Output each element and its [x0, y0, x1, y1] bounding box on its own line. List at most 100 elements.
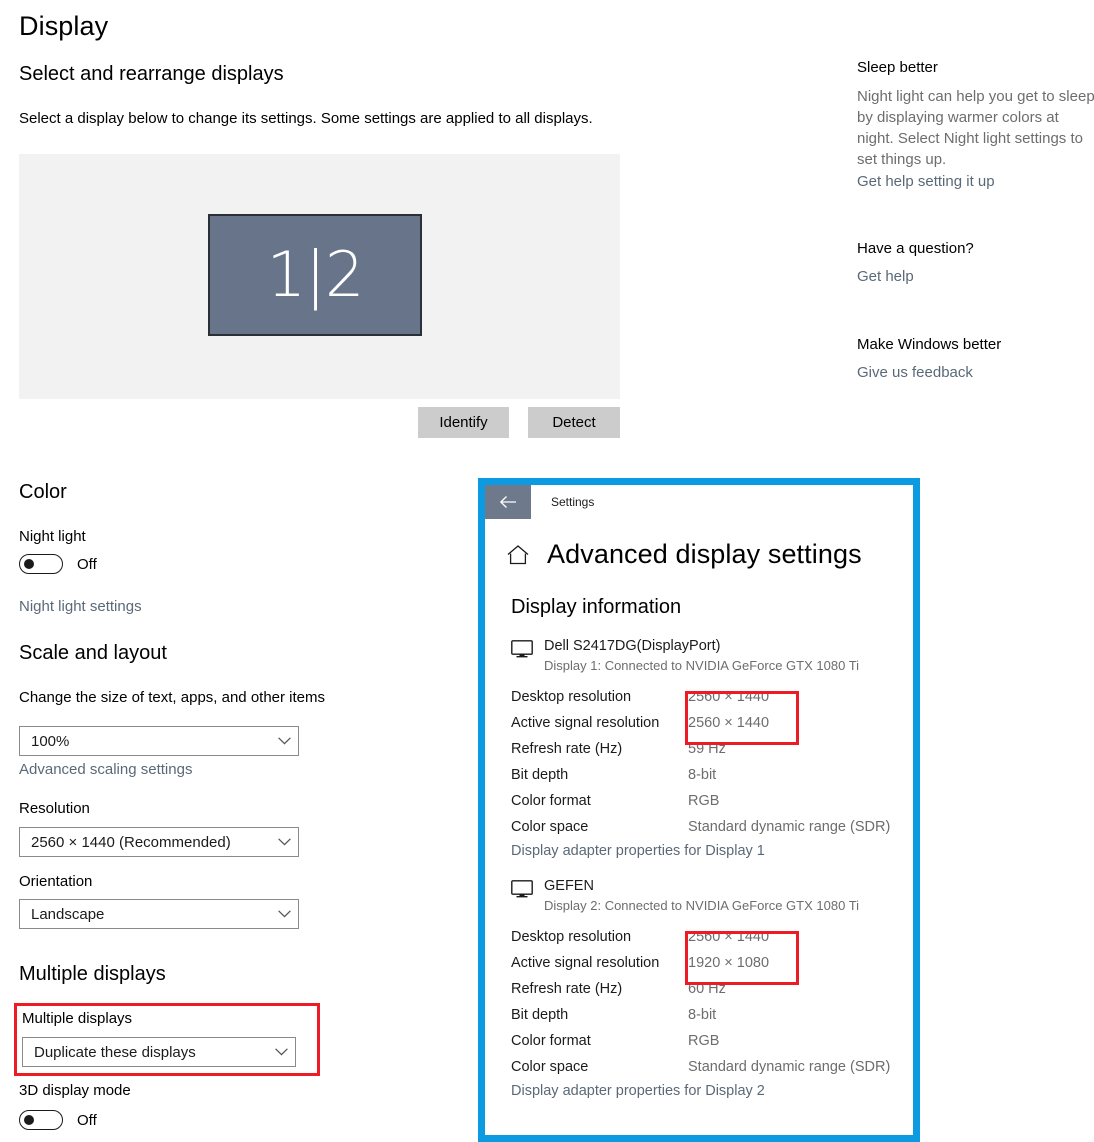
window-body: Advanced display settings Display inform…	[485, 539, 913, 1099]
chevron-down-icon	[267, 1048, 295, 1056]
display-adapter-properties-2-link[interactable]: Display adapter properties for Display 2	[511, 1083, 913, 1099]
spec-label: Desktop resolution	[511, 929, 632, 945]
window-titlebar: Settings	[485, 485, 913, 519]
rail-get-help-setting-it-up-link[interactable]: Get help setting it up	[857, 173, 995, 190]
advanced-display-settings-window: Settings Advanced display settings Displ…	[478, 478, 920, 1142]
spec-value: 8-bit	[688, 1007, 717, 1023]
scale-dropdown[interactable]: 100%	[19, 726, 299, 756]
3d-display-mode-toggle-row: Off	[19, 1110, 97, 1130]
display-1-name: Dell S2417DG(DisplayPort)	[544, 638, 721, 654]
spec-value: 2560 × 1440	[688, 929, 770, 945]
orientation-dropdown-value: Landscape	[31, 905, 105, 923]
advanced-scaling-settings-link[interactable]: Advanced scaling settings	[19, 761, 192, 778]
select-and-rearrange-description: Select a display below to change its set…	[19, 110, 593, 127]
display-information-heading: Display information	[511, 596, 682, 618]
spec-value: 60 Hz	[688, 981, 726, 997]
display-1-header: Dell S2417DG(DisplayPort) Display 1: Con…	[511, 637, 913, 675]
toggle-knob	[24, 1115, 34, 1125]
night-light-settings-link[interactable]: Night light settings	[19, 598, 142, 615]
multiple-displays-heading: Multiple displays	[19, 963, 166, 985]
monitor-icon	[511, 640, 533, 663]
night-light-toggle[interactable]	[19, 554, 63, 574]
spec-value: 59 Hz	[688, 741, 726, 757]
spec-label: Bit depth	[511, 767, 569, 783]
spec-label: Color space	[511, 1059, 589, 1075]
orientation-label: Orientation	[19, 873, 93, 890]
display-1-spec-table: Desktop resolution 2560 × 1440 Active si…	[511, 684, 913, 840]
advanced-display-settings-title: Advanced display settings	[547, 539, 862, 569]
spec-value: RGB	[688, 1033, 720, 1049]
spec-row: Bit depth 8-bit	[511, 762, 913, 788]
display-1-text: Dell S2417DG(DisplayPort) Display 1: Con…	[544, 637, 859, 675]
display-2-text: GEFEN Display 2: Connected to NVIDIA GeF…	[544, 877, 859, 915]
spec-value: 2560 × 1440	[688, 715, 770, 731]
resolution-dropdown-value: 2560 × 1440 (Recommended)	[31, 833, 231, 851]
multiple-displays-dropdown[interactable]: Duplicate these displays	[22, 1037, 296, 1067]
rail-give-us-feedback-link[interactable]: Give us feedback	[857, 364, 973, 381]
window-title-label: Settings	[551, 495, 595, 509]
display-tile-label: 1|2	[266, 238, 365, 311]
rail-get-help-link[interactable]: Get help	[857, 268, 914, 285]
multiple-displays-dropdown-value: Duplicate these displays	[34, 1043, 196, 1061]
window-header-row: Advanced display settings	[505, 539, 913, 570]
scale-description-label: Change the size of text, apps, and other…	[19, 689, 326, 706]
spec-row: Color space Standard dynamic range (SDR)	[511, 1054, 913, 1080]
home-icon[interactable]	[505, 542, 531, 568]
color-section-heading: Color	[19, 481, 67, 503]
display-2-name: GEFEN	[544, 878, 594, 894]
spec-value: RGB	[688, 793, 720, 809]
spec-row: Desktop resolution 2560 × 1440	[511, 684, 913, 710]
spec-value: Standard dynamic range (SDR)	[688, 1059, 891, 1075]
display-arrangement-canvas[interactable]: 1|2	[19, 154, 620, 399]
spec-row: Desktop resolution 2560 × 1440	[511, 924, 913, 950]
spec-label: Color format	[511, 1033, 591, 1049]
back-arrow-glyph	[499, 496, 516, 508]
spec-label: Bit depth	[511, 1007, 569, 1023]
spec-label: Active signal resolution	[511, 715, 660, 731]
spec-row: Refresh rate (Hz) 59 Hz	[511, 736, 913, 762]
orientation-dropdown[interactable]: Landscape	[19, 899, 299, 929]
spec-label: Active signal resolution	[511, 955, 660, 971]
spec-value: 8-bit	[688, 767, 717, 783]
spec-label: Refresh rate (Hz)	[511, 741, 623, 757]
multiple-displays-field-label: Multiple displays	[22, 1010, 133, 1027]
spec-value: Standard dynamic range (SDR)	[688, 819, 891, 835]
select-and-rearrange-heading: Select and rearrange displays	[19, 63, 284, 85]
rail-make-windows-better-heading: Make Windows better	[857, 336, 1002, 353]
display-1-block: Dell S2417DG(DisplayPort) Display 1: Con…	[511, 637, 913, 859]
monitor-icon	[511, 880, 533, 903]
display-2-block: GEFEN Display 2: Connected to NVIDIA GeF…	[511, 877, 913, 1099]
spec-row: Color format RGB	[511, 788, 913, 814]
night-light-state: Off	[77, 555, 97, 573]
detect-button[interactable]: Detect	[528, 407, 620, 438]
3d-display-mode-toggle[interactable]	[19, 1110, 63, 1130]
display-tile-1-2[interactable]: 1|2	[208, 214, 422, 336]
spec-label: Color format	[511, 793, 591, 809]
spec-value: 2560 × 1440	[688, 689, 770, 705]
toggle-knob	[24, 559, 34, 569]
spec-row: Active signal resolution 2560 × 1440	[511, 710, 913, 736]
rail-sleep-better-paragraph: Night light can help you get to sleep by…	[857, 88, 1094, 168]
spec-row: Color format RGB	[511, 1028, 913, 1054]
spec-row: Refresh rate (Hz) 60 Hz	[511, 976, 913, 1002]
display-2-spec-table: Desktop resolution 2560 × 1440 Active si…	[511, 924, 913, 1080]
display-2-connection: Display 2: Connected to NVIDIA GeForce G…	[544, 898, 860, 913]
back-arrow-icon[interactable]	[485, 485, 531, 519]
scale-and-layout-heading: Scale and layout	[19, 642, 167, 664]
chevron-down-icon	[270, 838, 298, 846]
spec-label: Desktop resolution	[511, 689, 632, 705]
chevron-down-icon	[270, 910, 298, 918]
3d-display-mode-label: 3D display mode	[19, 1082, 131, 1099]
rail-have-a-question-heading: Have a question?	[857, 240, 974, 257]
resolution-dropdown[interactable]: 2560 × 1440 (Recommended)	[19, 827, 299, 857]
chevron-down-icon	[270, 737, 298, 745]
identify-button[interactable]: Identify	[418, 407, 509, 438]
spec-label: Refresh rate (Hz)	[511, 981, 623, 997]
rail-sleep-better-heading: Sleep better	[857, 59, 938, 76]
spec-row: Active signal resolution 1920 × 1080	[511, 950, 913, 976]
display-adapter-properties-1-link[interactable]: Display adapter properties for Display 1	[511, 843, 913, 859]
spec-row: Bit depth 8-bit	[511, 1002, 913, 1028]
spec-row: Color space Standard dynamic range (SDR)	[511, 814, 913, 840]
page-title: Display	[19, 11, 109, 41]
spec-label: Color space	[511, 819, 589, 835]
